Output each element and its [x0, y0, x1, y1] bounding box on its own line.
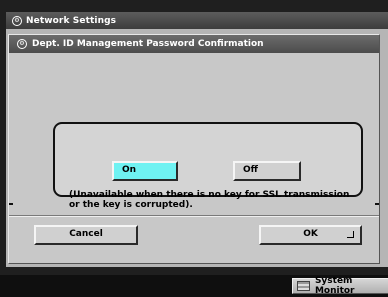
- option-group: On Off (Unavailable when there is no key…: [53, 122, 363, 210]
- window-title-bar: ⚙ Network Settings: [6, 12, 388, 29]
- settings-circle-icon: ⚙: [17, 39, 27, 49]
- off-button[interactable]: Off: [233, 161, 301, 181]
- system-monitor-label: System Monitor: [314, 276, 355, 296]
- system-monitor-button[interactable]: System Monitor: [292, 276, 388, 296]
- window-title: Network Settings: [26, 15, 117, 26]
- on-button-label: On: [122, 165, 137, 175]
- screen: ⚙ Network Settings ⚙ Dept. ID Management…: [0, 0, 388, 297]
- divider-tick: [9, 203, 13, 205]
- ok-button-label: OK: [303, 229, 318, 239]
- on-button[interactable]: On: [112, 161, 178, 181]
- system-monitor-icon: [297, 281, 310, 291]
- divider-tick: [375, 203, 379, 205]
- settings-circle-icon: ⚙: [12, 15, 22, 26]
- divider-highlight: [9, 216, 379, 217]
- cancel-button-label: Cancel: [69, 229, 103, 239]
- unavailable-note: (Unavailable when there is no key for SS…: [69, 190, 350, 210]
- dialog-title: Dept. ID Management Password Confirmatio…: [32, 39, 264, 49]
- dialog-title-bar: ⚙ Dept. ID Management Password Confirmat…: [9, 35, 379, 53]
- off-button-label: Off: [243, 165, 258, 175]
- return-arrow-icon: [347, 231, 354, 238]
- confirmation-dialog: ⚙ Dept. ID Management Password Confirmat…: [8, 34, 380, 264]
- cancel-button[interactable]: Cancel: [34, 225, 138, 245]
- ok-button[interactable]: OK: [259, 225, 362, 245]
